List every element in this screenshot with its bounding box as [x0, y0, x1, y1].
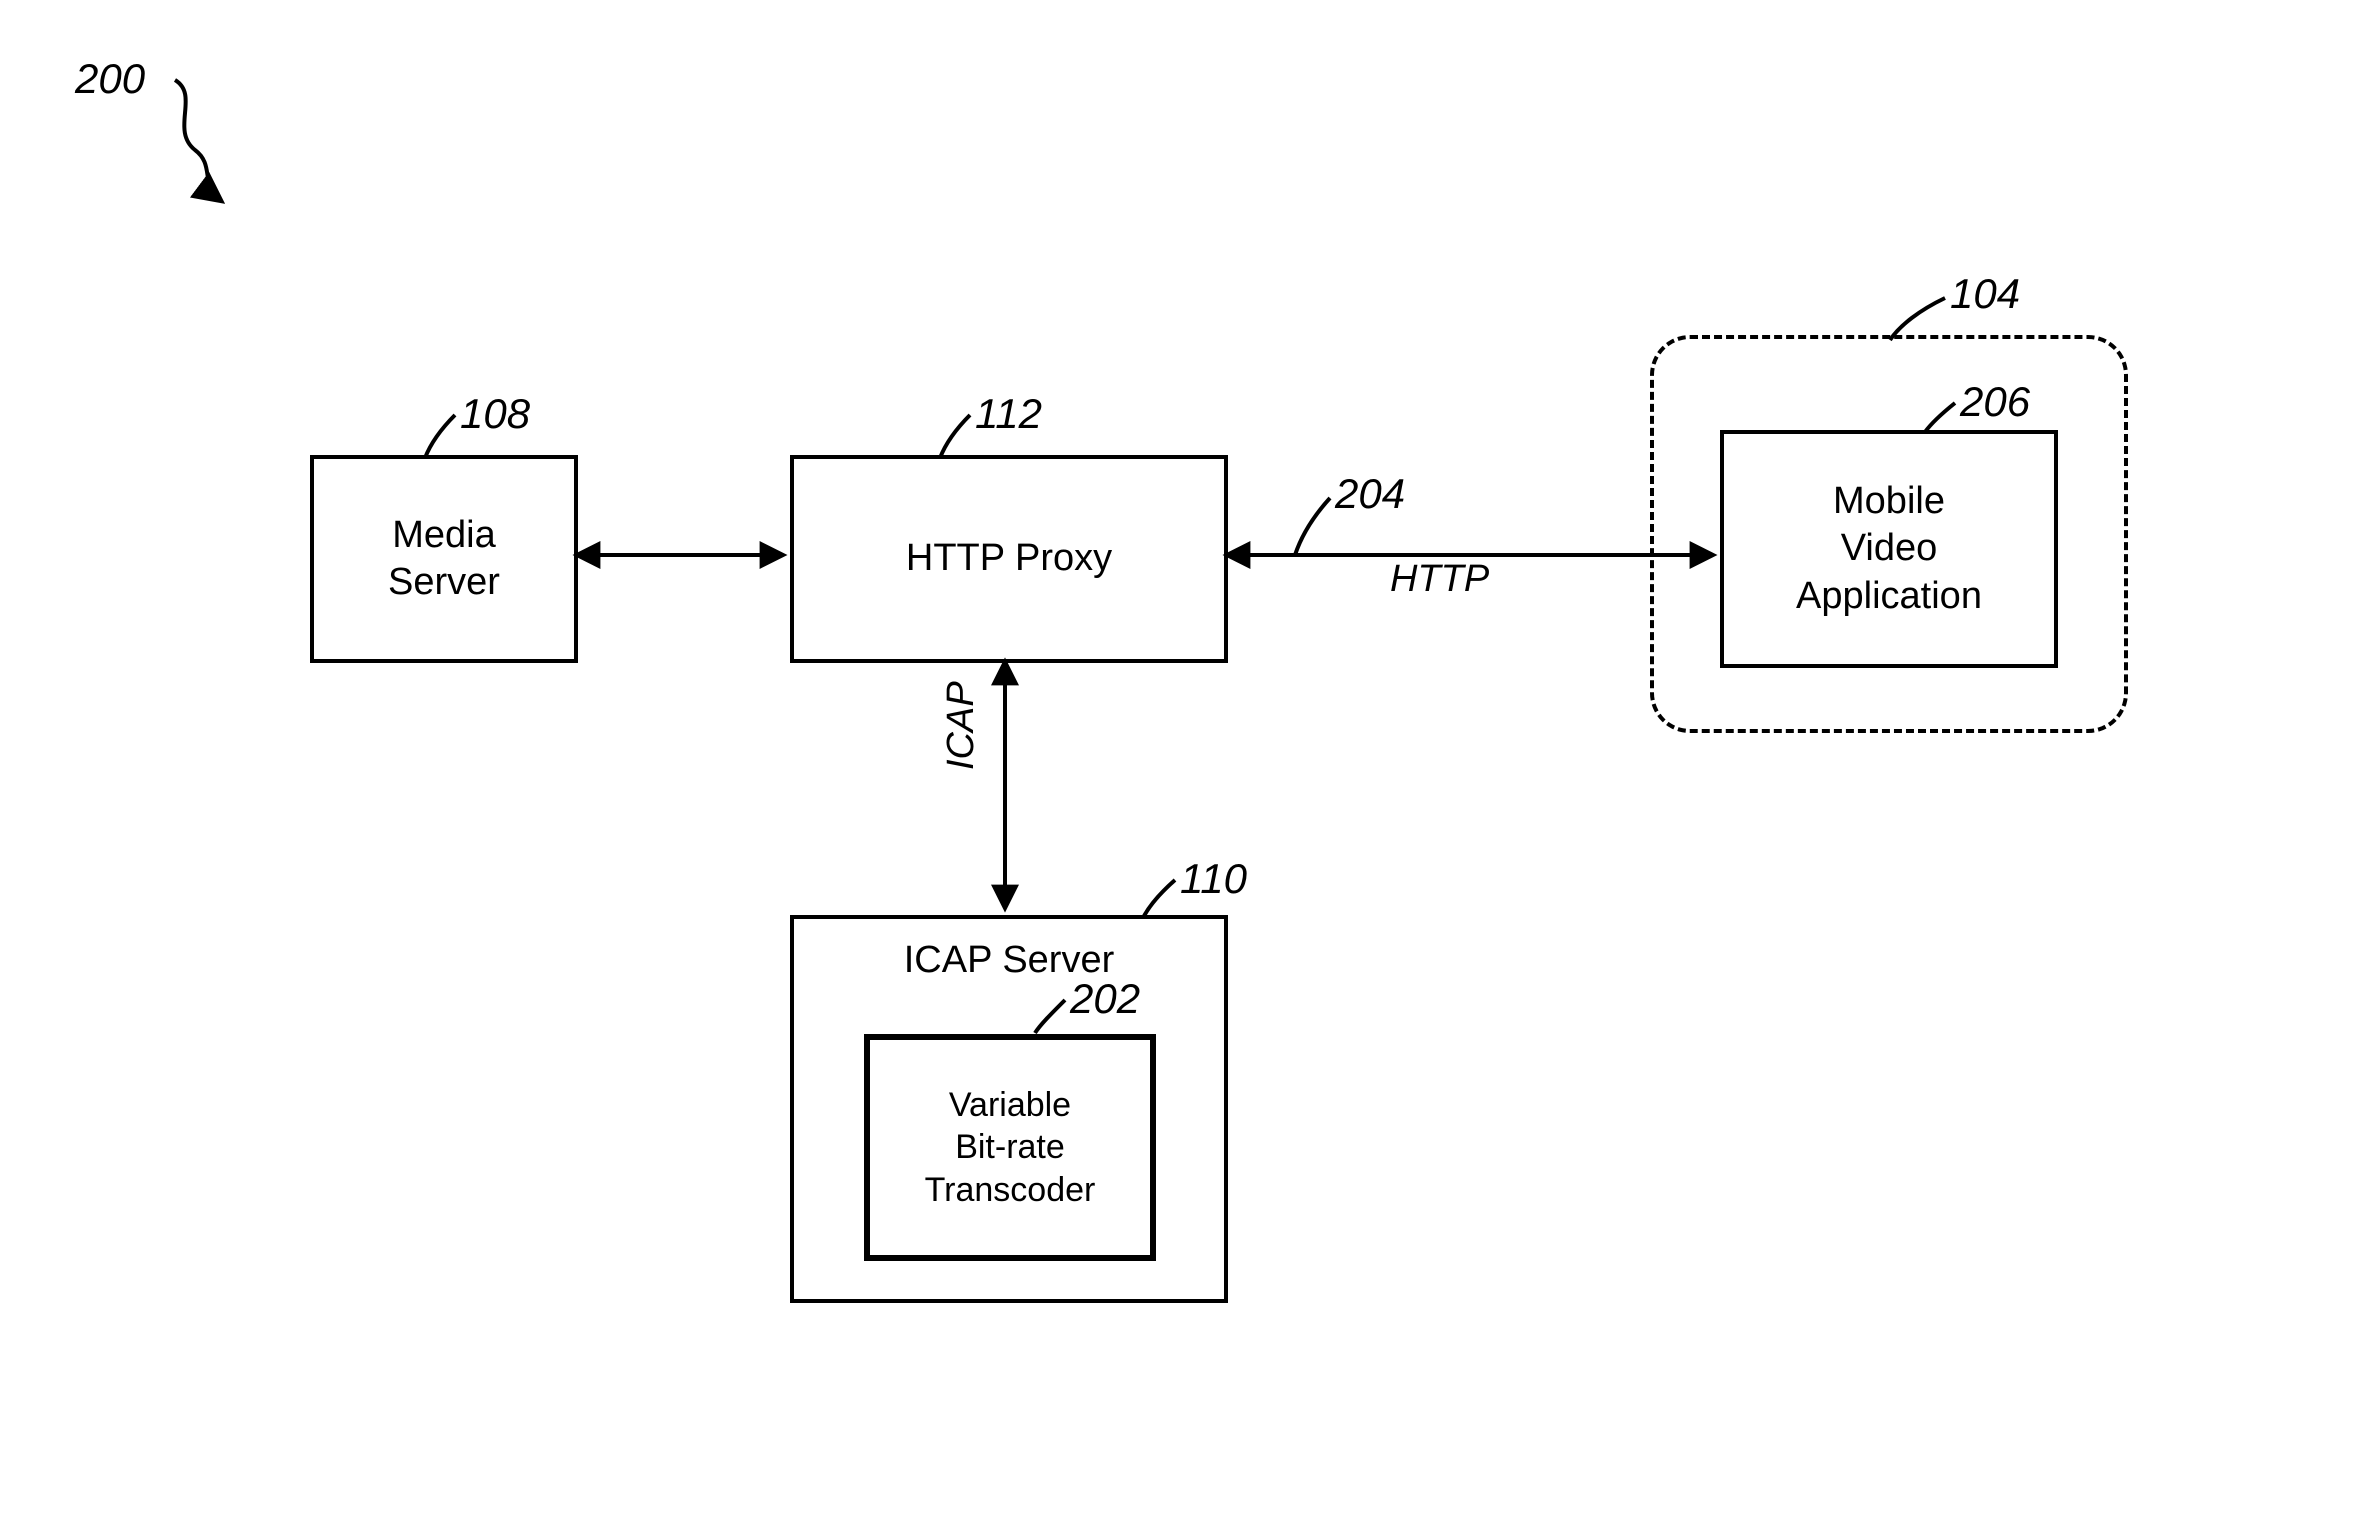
mobile-app-box: Mobile Video Application — [1720, 430, 2058, 668]
edge-ref-204: 204 — [1335, 470, 1405, 518]
figure-ref-arrow — [0, 0, 2355, 1536]
edge-label-http: HTTP — [1390, 558, 1489, 601]
icap-server-label: ICAP Server — [794, 937, 1224, 985]
transcoder-ref: 202 — [1070, 975, 1140, 1023]
media-server-box: Media Server — [310, 455, 578, 663]
edge-label-icap: ICAP — [940, 681, 983, 770]
mobile-app-label: Mobile Video Application — [1796, 478, 1982, 621]
http-proxy-ref: 112 — [975, 390, 1042, 438]
mobile-group-ref: 104 — [1950, 270, 2020, 318]
icap-server-box: ICAP Server Variable Bit-rate Transcoder — [790, 915, 1228, 1303]
http-proxy-box: HTTP Proxy — [790, 455, 1228, 663]
figure-ref-200: 200 — [75, 55, 145, 103]
transcoder-box: Variable Bit-rate Transcoder — [864, 1034, 1156, 1261]
media-server-label: Media Server — [388, 512, 500, 607]
mobile-group-ref-tick — [0, 0, 2355, 1536]
http-proxy-ref-tick — [0, 0, 2355, 1536]
icap-server-ref-tick — [0, 0, 2355, 1536]
mobile-app-ref: 206 — [1960, 378, 2030, 426]
media-server-ref-tick — [0, 0, 2355, 1536]
edge-ref-204-tick — [0, 0, 2355, 1536]
media-server-ref: 108 — [460, 390, 530, 438]
icap-server-ref: 110 — [1180, 855, 1247, 903]
http-proxy-label: HTTP Proxy — [906, 535, 1112, 583]
transcoder-ref-tick — [0, 0, 2355, 1536]
connectors — [0, 0, 2355, 1536]
transcoder-label: Variable Bit-rate Transcoder — [925, 1084, 1096, 1212]
mobile-app-ref-tick — [0, 0, 2355, 1536]
